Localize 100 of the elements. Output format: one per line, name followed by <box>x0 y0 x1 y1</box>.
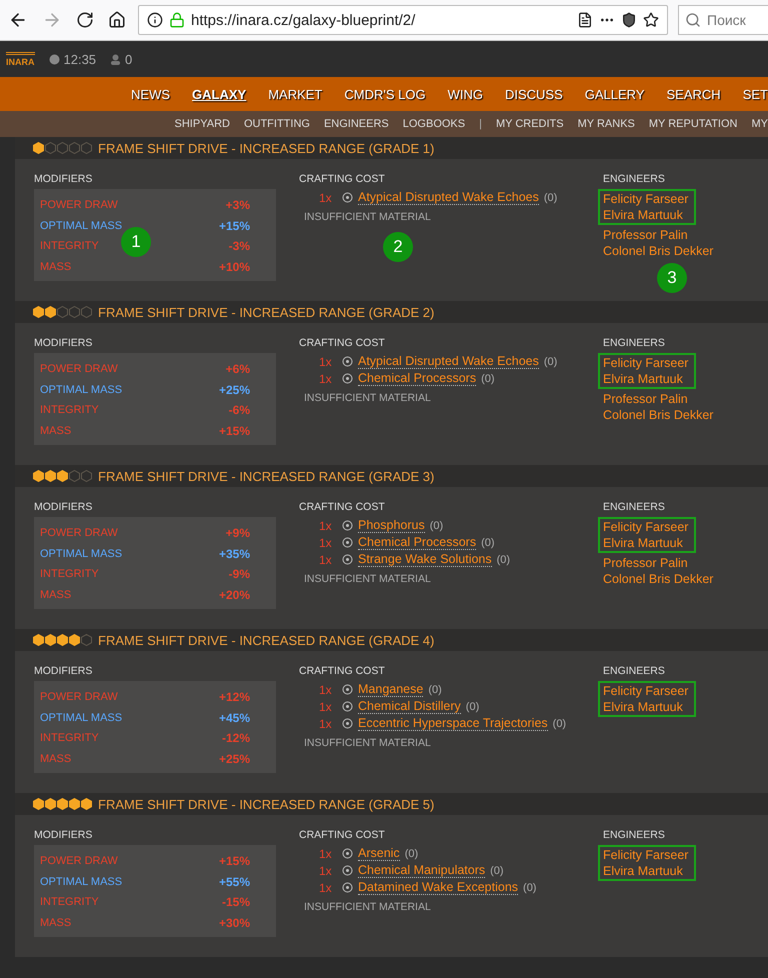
reader-icon[interactable] <box>577 12 593 28</box>
engineer-link[interactable]: Felicity Farseer <box>603 683 688 699</box>
lock-icon <box>169 12 185 28</box>
modifier-name: OPTIMAL MASS <box>40 712 122 724</box>
subnav-link[interactable]: MY <box>752 118 768 130</box>
filled-hexagon-icon <box>45 470 56 482</box>
engineer-link[interactable]: Colonel Bris Dekker <box>603 243 714 259</box>
quantity-text: 1x <box>319 354 333 368</box>
material-link[interactable]: Manganese <box>358 682 424 697</box>
search-field[interactable]: Поиск <box>678 5 768 35</box>
filled-hexagon-icon <box>69 798 80 810</box>
section-label: CRAFTING COST <box>299 337 386 349</box>
owned-count: (0) <box>466 700 480 712</box>
modifier-value: +35% <box>218 546 250 561</box>
section-label: ENGINEERS <box>603 665 666 677</box>
owned-count: (0) <box>404 848 418 860</box>
empty-hexagon-icon <box>69 142 80 154</box>
logo[interactable]: INARA <box>6 52 34 66</box>
material-link[interactable]: Chemical Manipulators <box>358 863 486 878</box>
modifier-value: -9% <box>228 567 250 582</box>
material-icon <box>342 537 353 548</box>
empty-hexagon-icon <box>69 306 80 318</box>
quantity-text: 1x <box>319 552 333 566</box>
nav-tab[interactable]: GALAXY <box>192 86 246 102</box>
material-link[interactable]: Datamined Wake Exceptions <box>358 880 518 895</box>
engineer-link[interactable]: Elvira Martuuk <box>603 863 688 879</box>
modifier-value: +10% <box>218 260 250 274</box>
quantity-text: 1x <box>319 518 333 532</box>
nav-tab[interactable]: MARKET <box>268 86 322 102</box>
nav-tab[interactable]: SEARCH <box>666 86 721 102</box>
engineer-link[interactable]: Elvira Martuuk <box>603 535 688 551</box>
quantity-text: 1x <box>319 700 333 714</box>
material-link[interactable]: Eccentric Hyperspace Trajectories <box>358 716 548 731</box>
bookmark-icon[interactable] <box>643 12 659 28</box>
material-link[interactable]: Chemical Processors <box>358 535 476 550</box>
filled-hexagon-icon <box>57 470 68 482</box>
modifier-name: POWER DRAW <box>40 527 118 540</box>
nav-tab[interactable]: SET <box>742 86 768 102</box>
engineer-link[interactable]: Colonel Bris Dekker <box>603 407 714 423</box>
material-link[interactable]: Atypical Disrupted Wake Echoes <box>358 354 539 369</box>
owned-count: (0) <box>490 864 504 876</box>
material-link[interactable]: Chemical Distillery <box>358 699 461 714</box>
nav-tab[interactable]: NEWS <box>131 86 170 102</box>
modifier-name: POWER DRAW <box>40 199 118 212</box>
owned-count: (0) <box>430 520 444 532</box>
subnav-link[interactable]: OUTFITTING <box>244 118 310 130</box>
engineer-link[interactable]: Felicity Farseer <box>603 847 688 863</box>
material-link[interactable]: Atypical Disrupted Wake Echoes <box>358 190 539 205</box>
modifier-value: +12% <box>218 690 250 704</box>
filled-hexagon-icon <box>57 634 68 646</box>
subnav-link[interactable]: MY REPUTATION <box>648 118 738 130</box>
section-label: ENGINEERS <box>603 337 666 349</box>
engineer-link[interactable]: Professor Palin <box>603 227 714 243</box>
filled-hexagon-icon <box>33 470 44 482</box>
material-icon <box>342 373 353 384</box>
subnav-link[interactable]: MY RANKS <box>578 118 635 130</box>
modifier-name: MASS <box>40 752 72 765</box>
material-link[interactable]: Phosphorus <box>358 518 425 533</box>
modifier-name: POWER DRAW <box>40 363 118 376</box>
modifier-name: INTEGRITY <box>40 404 99 416</box>
engineer-link[interactable]: Professor Palin <box>603 555 714 571</box>
nav-tab[interactable]: WING <box>448 86 483 102</box>
modifier-name: MASS <box>40 260 72 273</box>
subnav-link[interactable]: MY CREDITS <box>496 118 564 130</box>
blueprint-title: FRAME SHIFT DRIVE - INCREASED RANGE (GRADE 2) <box>98 304 434 320</box>
engineer-link[interactable]: Elvira Martuuk <box>603 207 688 223</box>
nav-tab[interactable]: CMDR'S LOG <box>344 86 426 102</box>
empty-hexagon-icon <box>57 142 68 154</box>
engineer-link[interactable]: Felicity Farseer <box>603 355 688 371</box>
material-link[interactable]: Strange Wake Solutions <box>358 552 492 567</box>
filled-hexagon-icon <box>69 634 80 646</box>
subnav-link[interactable]: ENGINEERS <box>324 118 389 130</box>
engineer-link[interactable]: Felicity Farseer <box>603 191 688 207</box>
quantity-text: 1x <box>319 846 333 860</box>
modifier-name: OPTIMAL MASS <box>40 548 122 560</box>
subnav-link[interactable]: LOGBOOKS <box>402 118 466 130</box>
engineer-link[interactable]: Colonel Bris Dekker <box>603 571 714 587</box>
material-link[interactable]: Chemical Processors <box>358 371 476 386</box>
engineer-link[interactable]: Professor Palin <box>603 391 714 407</box>
status-text: INSUFFICIENT MATERIAL <box>304 737 432 749</box>
filled-hexagon-icon <box>57 798 68 810</box>
modifier-value: +45% <box>218 710 250 725</box>
filled-hexagon-icon <box>33 142 44 154</box>
engineer-link[interactable]: Elvira Martuuk <box>603 371 688 387</box>
subnav-link[interactable]: SHIPYARD <box>174 118 230 130</box>
address-bar[interactable]: https://inara.cz/galaxy-blueprint/2/ <box>138 5 668 35</box>
nav-tab[interactable]: DISCUSS <box>504 86 563 102</box>
owned-count: (0) <box>544 356 558 368</box>
modifier-name: INTEGRITY <box>40 568 99 580</box>
material-icon <box>342 718 353 729</box>
filled-hexagon-icon <box>33 634 44 646</box>
nav-tab[interactable]: GALLERY <box>584 86 645 102</box>
engineer-link[interactable]: Felicity Farseer <box>603 519 688 535</box>
engineer-link[interactable]: Elvira Martuuk <box>603 699 688 715</box>
section-label: ENGINEERS <box>603 173 666 185</box>
filled-hexagon-icon <box>45 634 56 646</box>
material-link[interactable]: Arsenic <box>358 846 400 861</box>
empty-hexagon-icon <box>69 470 80 482</box>
section-label: MODIFIERS <box>34 665 94 677</box>
callout-marker: 3 <box>657 263 687 293</box>
